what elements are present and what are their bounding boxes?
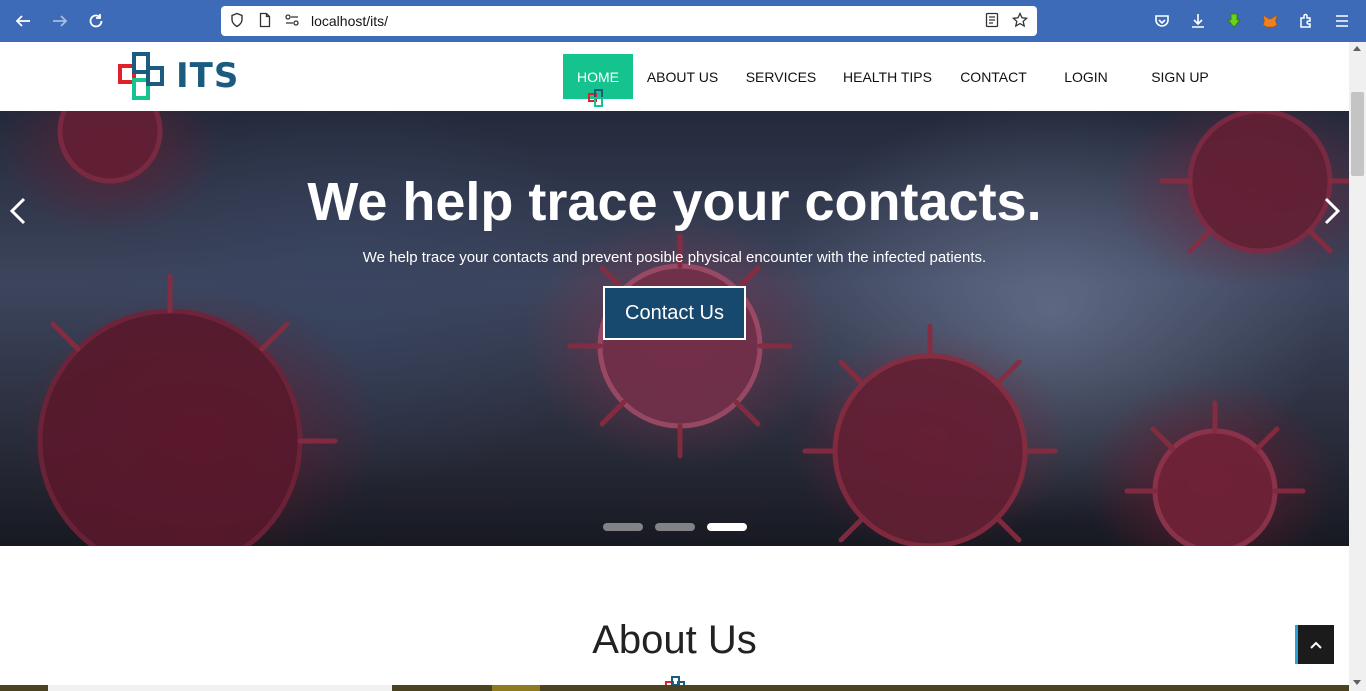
browser-toolbar: localhost/its/ [0, 0, 1366, 42]
hero-title: We help trace your contacts. [307, 172, 1042, 232]
green-arrow-extension-icon[interactable] [1221, 8, 1247, 34]
scrollbar-thumb[interactable] [1351, 92, 1364, 176]
page-icon[interactable] [257, 12, 275, 30]
carousel-indicator-2[interactable] [655, 523, 695, 531]
active-indicator-icon [588, 89, 603, 107]
nav-health-tips[interactable]: HEALTH TIPS [836, 54, 939, 99]
nav-login[interactable]: LOGIN [1053, 54, 1119, 99]
carousel-indicator-3[interactable] [707, 523, 747, 531]
site-logo[interactable]: ITS [118, 52, 244, 102]
back-arrow-icon[interactable] [10, 8, 36, 34]
its-logo-icon [118, 52, 164, 100]
scroll-down-arrow-icon[interactable] [1353, 680, 1361, 685]
carousel-indicator-1[interactable] [603, 523, 643, 531]
nav-services[interactable]: SERVICES [740, 54, 822, 99]
forward-arrow-icon[interactable] [47, 8, 73, 34]
reload-icon[interactable] [83, 8, 109, 34]
scroll-up-arrow-icon[interactable] [1353, 46, 1361, 51]
nav-about-us[interactable]: ABOUT US [640, 54, 725, 99]
url-text[interactable]: localhost/its/ [311, 13, 388, 29]
metamask-fox-icon[interactable] [1257, 8, 1283, 34]
pocket-icon[interactable] [1149, 8, 1175, 34]
contact-us-button[interactable]: Contact Us [603, 286, 746, 340]
back-to-top-button[interactable] [1295, 625, 1334, 664]
about-us-title: About Us [592, 618, 757, 662]
next-section-strip [0, 685, 1349, 691]
download-icon[interactable] [1185, 8, 1211, 34]
hero-subtitle: We help trace your contacts and prevent … [362, 249, 987, 266]
page: ITS HOME ABOUT US SERVICES HEALTH TIPS C… [0, 42, 1349, 691]
puzzle-icon[interactable] [1293, 8, 1319, 34]
chevron-up-icon [1310, 641, 1322, 649]
logo-text: ITS [176, 56, 240, 96]
nav-sign-up[interactable]: SIGN UP [1143, 54, 1217, 99]
star-icon[interactable] [1011, 11, 1030, 30]
reader-view-icon[interactable] [984, 12, 1002, 30]
nav-contact[interactable]: CONTACT [953, 54, 1034, 99]
hamburger-menu-icon[interactable] [1329, 8, 1355, 34]
hero-carousel: We help trace your contacts. We help tra… [0, 111, 1349, 546]
permissions-icon[interactable] [284, 12, 302, 30]
site-navbar: ITS HOME ABOUT US SERVICES HEALTH TIPS C… [0, 42, 1349, 111]
shield-icon[interactable] [229, 12, 247, 30]
address-bar[interactable]: localhost/its/ [221, 6, 1037, 36]
